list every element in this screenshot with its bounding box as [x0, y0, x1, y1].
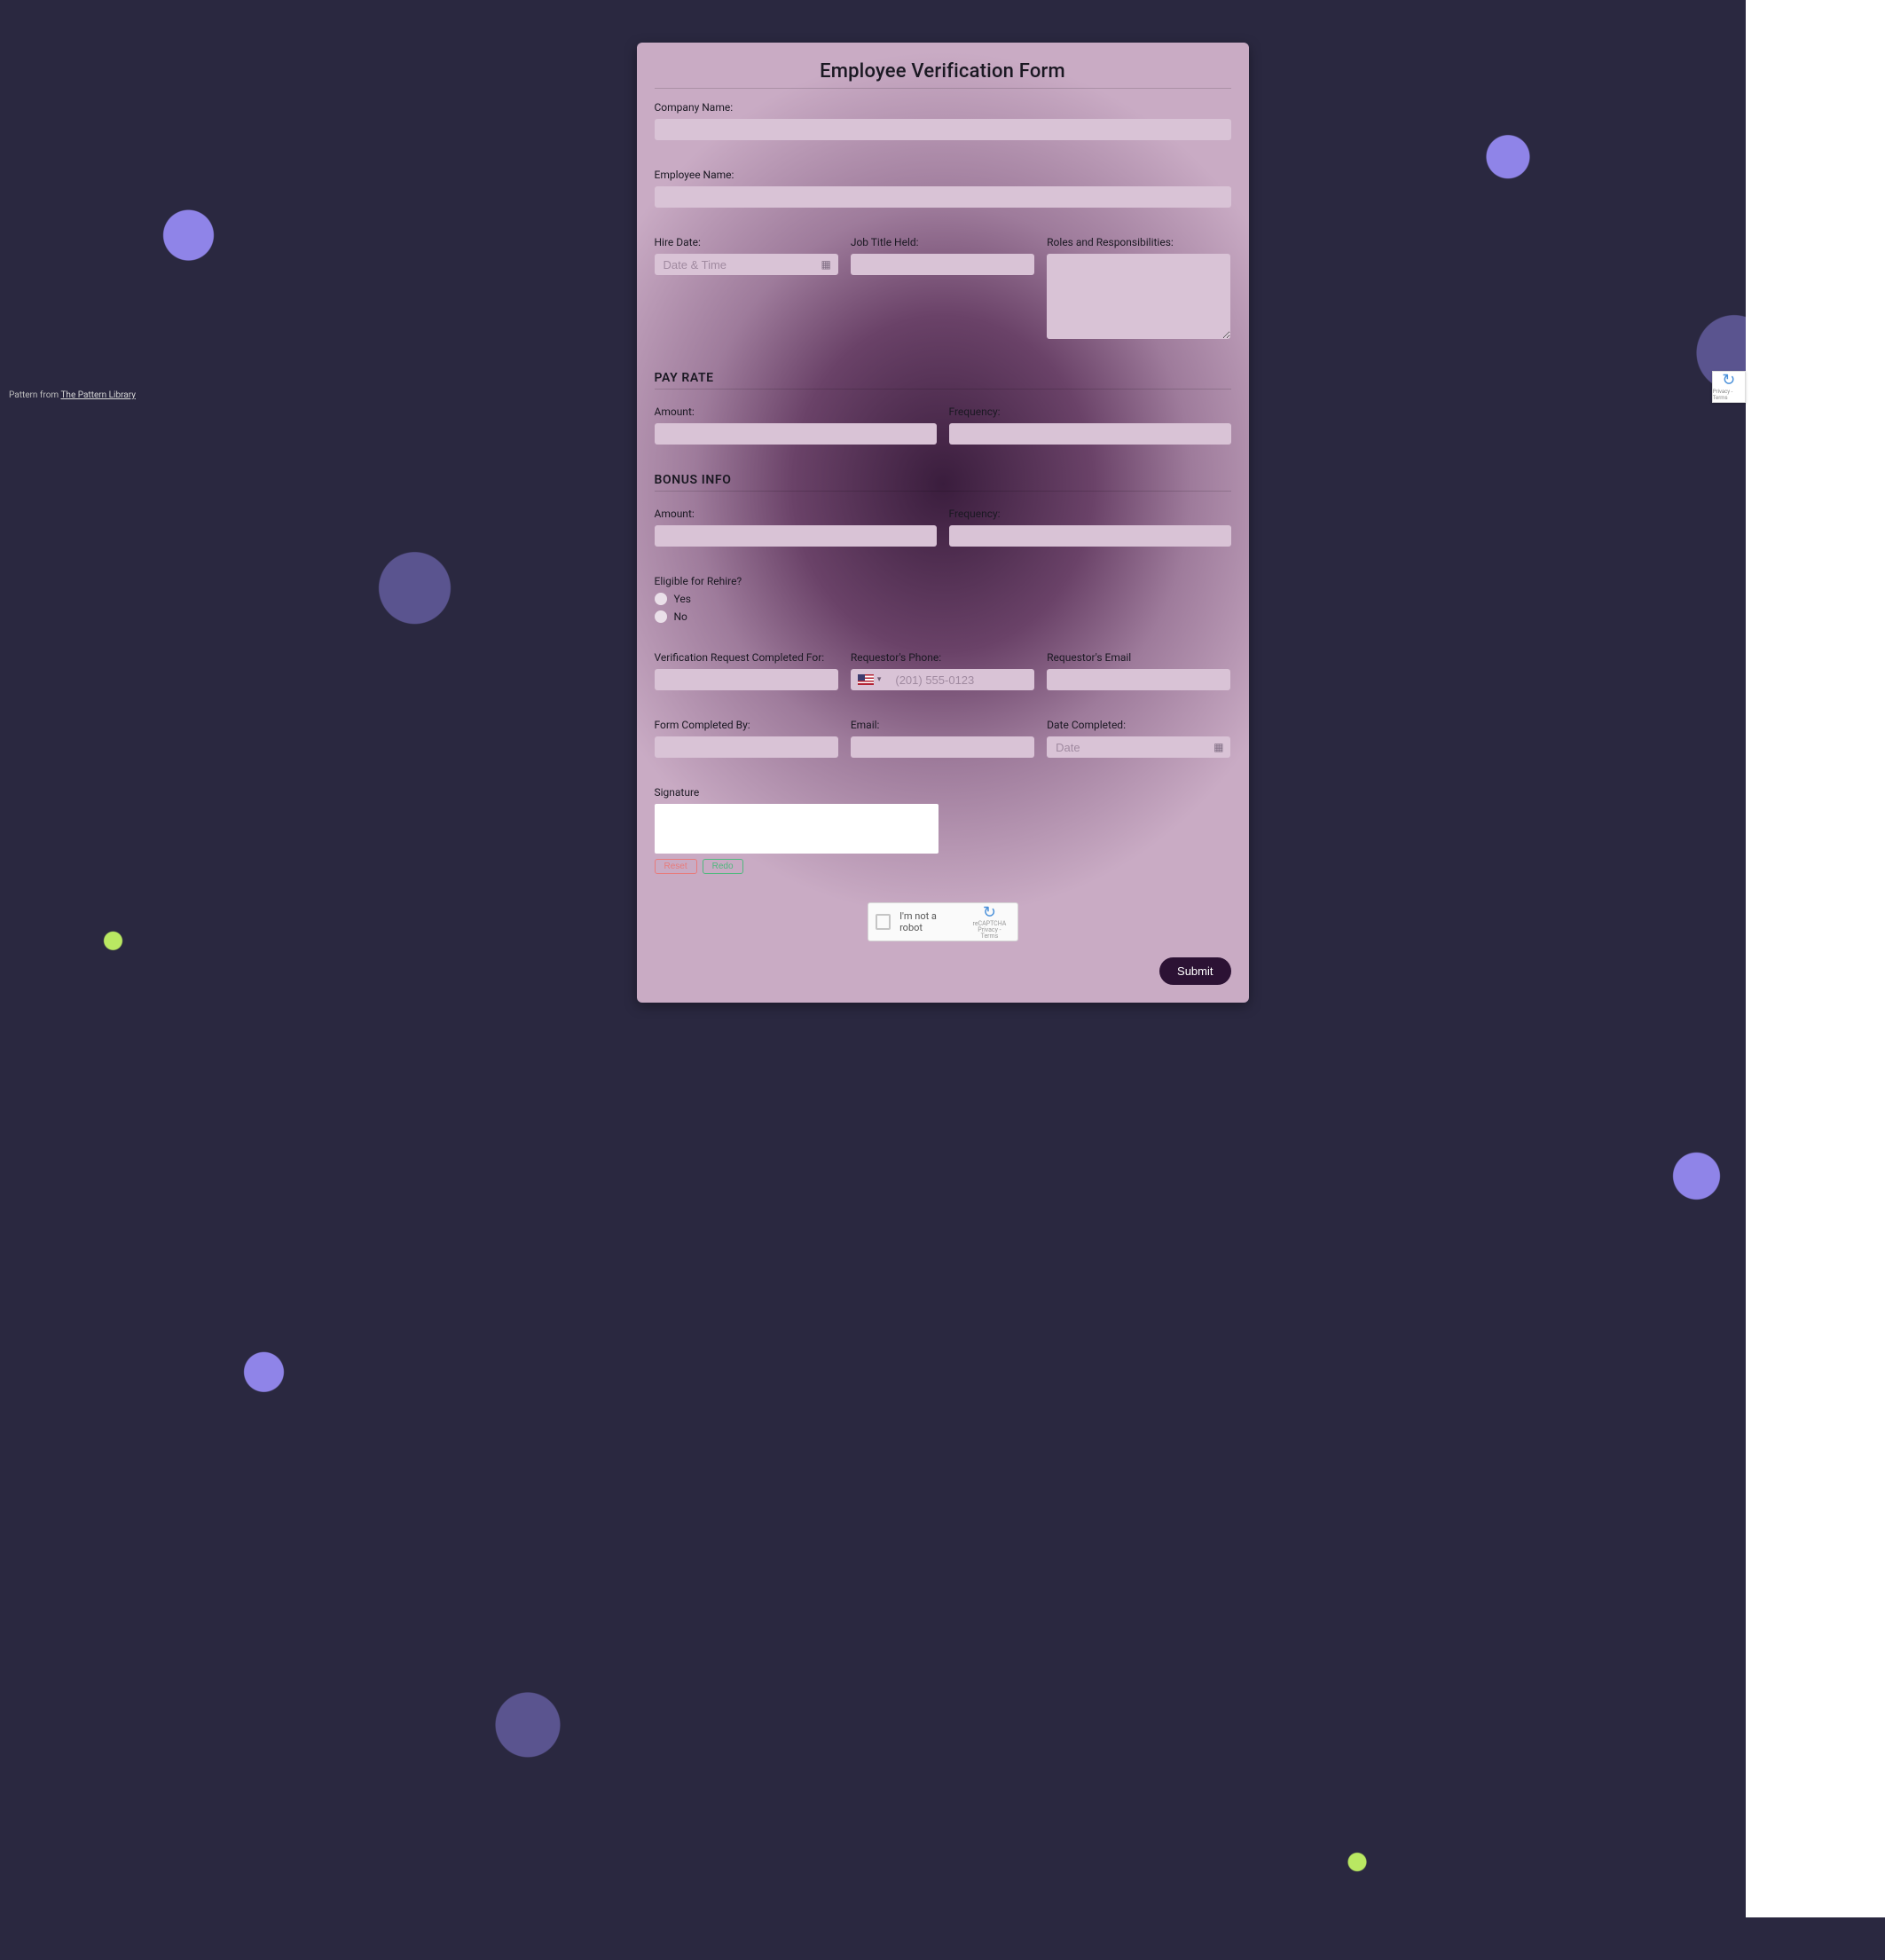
requestor-phone-input[interactable] — [886, 669, 1034, 690]
job-title-field: Job Title Held: — [851, 236, 1034, 342]
hire-date-input[interactable] — [655, 254, 838, 275]
date-completed-label: Date Completed: — [1047, 719, 1230, 731]
bonus-amount-input[interactable] — [655, 525, 937, 547]
company-name-field: Company Name: — [655, 101, 1231, 140]
pay-rate-heading: PAY RATE — [655, 371, 1231, 385]
bonus-frequency-field: Frequency: — [949, 508, 1231, 547]
completed-by-input[interactable] — [655, 736, 838, 758]
job-title-label: Job Title Held: — [851, 236, 1034, 248]
signature-redo-button[interactable]: Redo — [703, 859, 743, 874]
requestor-email-label: Requestor's Email — [1047, 651, 1230, 664]
phone-country-selector[interactable]: ▾ — [851, 669, 887, 690]
recaptcha-checkbox-icon — [876, 914, 891, 930]
recaptcha-widget[interactable]: I'm not a robot ↻ reCAPTCHA Privacy - Te… — [868, 902, 1018, 941]
roles-field: Roles and Responsibilities: — [1047, 236, 1230, 342]
recaptcha-legal: Privacy - Terms — [978, 926, 1001, 940]
completion-email-input[interactable] — [851, 736, 1034, 758]
radio-icon — [655, 593, 667, 605]
rehire-label: Eligible for Rehire? — [655, 575, 1231, 587]
pay-rate-row: Amount: Frequency: — [655, 405, 1231, 445]
company-name-label: Company Name: — [655, 101, 1231, 114]
requestor-email-input[interactable] — [1047, 669, 1230, 690]
roles-textarea[interactable] — [1047, 254, 1230, 339]
pattern-credit: Pattern from The Pattern Library — [9, 390, 136, 400]
rehire-field: Eligible for Rehire? Yes No — [655, 575, 1231, 623]
page-title: Employee Verification Form — [655, 60, 1231, 83]
us-flag-icon — [858, 674, 874, 685]
employee-name-input[interactable] — [655, 186, 1231, 208]
completed-for-field: Verification Request Completed For: — [655, 651, 838, 690]
date-completed-input[interactable] — [1047, 736, 1230, 758]
recaptcha-swirl-icon: ↻ — [1722, 373, 1735, 389]
completed-by-label: Form Completed By: — [655, 719, 838, 731]
bonus-frequency-input[interactable] — [949, 525, 1231, 547]
employee-name-field: Employee Name: — [655, 169, 1231, 208]
hire-row: Hire Date: ▦ Job Title Held: Roles and R… — [655, 236, 1231, 342]
signature-reset-button[interactable]: Reset — [655, 859, 697, 874]
submit-row: Submit — [655, 957, 1231, 985]
rehire-yes-row[interactable]: Yes — [655, 593, 1231, 605]
rehire-no-row[interactable]: No — [655, 610, 1231, 623]
recaptcha-swirl-icon: ↻ — [969, 905, 1009, 921]
requestor-email-field: Requestor's Email — [1047, 651, 1230, 690]
employee-name-label: Employee Name: — [655, 169, 1231, 181]
right-blank-column — [1746, 0, 1885, 1917]
bonus-row: Amount: Frequency: — [655, 508, 1231, 547]
requestor-row: Verification Request Completed For: Requ… — [655, 651, 1231, 690]
completion-email-label: Email: — [851, 719, 1034, 731]
completed-for-label: Verification Request Completed For: — [655, 651, 838, 664]
hire-date-field: Hire Date: ▦ — [655, 236, 838, 342]
pay-amount-label: Amount: — [655, 405, 937, 418]
pay-frequency-field: Frequency: — [949, 405, 1231, 445]
recaptcha-badge-legal: Privacy - Terms — [1713, 389, 1745, 401]
job-title-input[interactable] — [851, 254, 1034, 275]
submit-button[interactable]: Submit — [1159, 957, 1230, 985]
completion-row: Form Completed By: Email: Date Completed… — [655, 719, 1231, 758]
company-name-input[interactable] — [655, 119, 1231, 140]
pay-rate-divider — [655, 389, 1231, 390]
requestor-phone-label: Requestor's Phone: — [851, 651, 1034, 664]
bonus-divider — [655, 491, 1231, 492]
bonus-frequency-label: Frequency: — [949, 508, 1231, 520]
signature-field: Signature Reset Redo — [655, 786, 1231, 874]
rehire-yes-label: Yes — [674, 593, 691, 605]
bonus-heading: BONUS INFO — [655, 473, 1231, 487]
completed-by-field: Form Completed By: — [655, 719, 838, 758]
signature-pad[interactable] — [655, 804, 939, 854]
bonus-amount-field: Amount: — [655, 508, 937, 547]
requestor-phone-field: Requestor's Phone: ▾ — [851, 651, 1034, 690]
pay-frequency-input[interactable] — [949, 423, 1231, 445]
rehire-no-label: No — [674, 610, 687, 623]
hire-date-label: Hire Date: — [655, 236, 838, 248]
recaptcha-logo: ↻ reCAPTCHA Privacy - Terms — [969, 905, 1009, 940]
date-completed-field: Date Completed: ▦ — [1047, 719, 1230, 758]
completed-for-input[interactable] — [655, 669, 838, 690]
pay-amount-input[interactable] — [655, 423, 937, 445]
chevron-down-icon: ▾ — [877, 675, 882, 684]
pattern-credit-link[interactable]: The Pattern Library — [60, 390, 135, 400]
pattern-credit-prefix: Pattern from — [9, 390, 60, 400]
pay-frequency-label: Frequency: — [949, 405, 1231, 418]
pay-amount-field: Amount: — [655, 405, 937, 445]
roles-label: Roles and Responsibilities: — [1047, 236, 1230, 248]
recaptcha-text: I'm not a robot — [899, 910, 960, 933]
bonus-amount-label: Amount: — [655, 508, 937, 520]
form-panel: Employee Verification Form Company Name:… — [637, 43, 1249, 1003]
title-divider — [655, 88, 1231, 89]
completion-email-field: Email: — [851, 719, 1034, 758]
signature-label: Signature — [655, 786, 1231, 799]
radio-icon — [655, 610, 667, 623]
recaptcha-badge: ↻ Privacy - Terms — [1712, 371, 1746, 403]
